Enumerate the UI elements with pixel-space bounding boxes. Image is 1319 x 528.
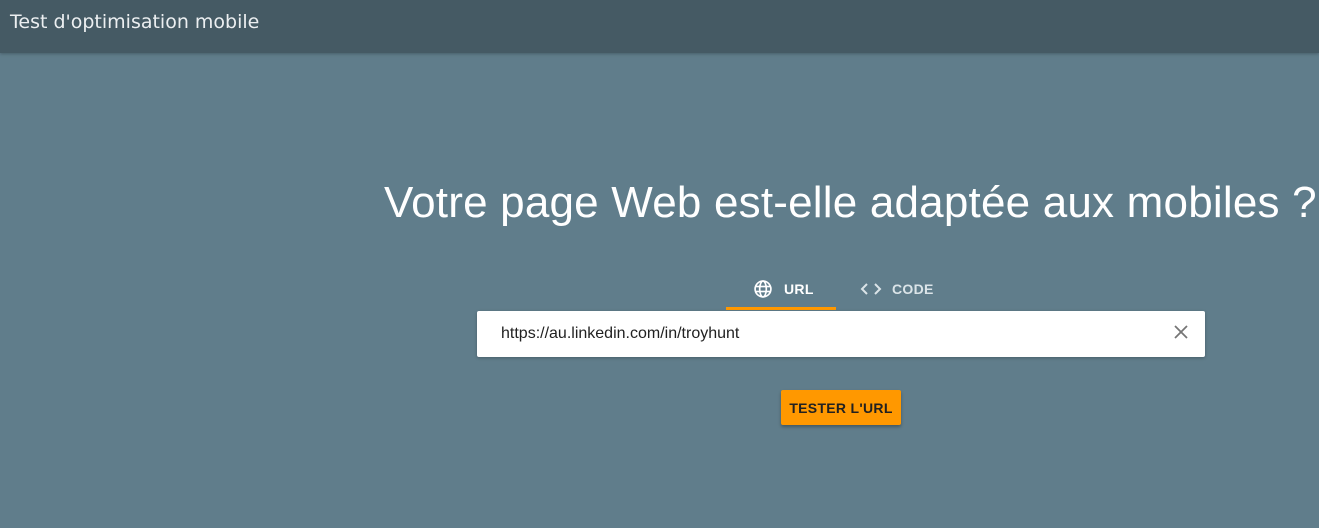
tab-code-label: CODE [892, 281, 934, 297]
url-input[interactable] [501, 311, 1141, 357]
input-mode-tabs: URL CODE [726, 268, 956, 310]
app-title: Test d'optimisation mobile [10, 11, 260, 33]
tab-url-label: URL [784, 281, 814, 297]
page-headline: Votre page Web est-elle adaptée aux mobi… [384, 178, 1317, 227]
app-header-bar: Test d'optimisation mobile [0, 0, 1319, 53]
tab-url[interactable]: URL [726, 268, 836, 310]
selected-tab-indicator [726, 307, 836, 310]
url-field [477, 311, 1205, 357]
test-url-button[interactable]: TESTER L'URL [781, 390, 901, 425]
code-brackets-icon [860, 278, 882, 300]
clear-url-button[interactable] [1171, 324, 1191, 344]
close-icon [1174, 324, 1188, 344]
globe-icon [752, 278, 774, 300]
tab-code[interactable]: CODE [860, 268, 956, 310]
